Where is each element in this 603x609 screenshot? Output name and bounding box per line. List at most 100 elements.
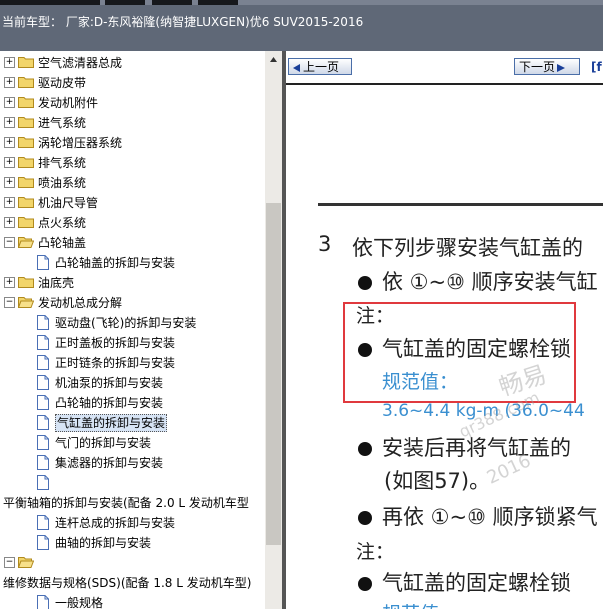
expand-icon[interactable]: + — [4, 197, 15, 208]
document-icon — [37, 455, 49, 470]
step-number: 3 — [318, 232, 332, 256]
tree-item[interactable]: + 点火系统 — [0, 213, 265, 233]
tree-item-label: 驱动皮带 — [38, 76, 87, 90]
tree-item[interactable]: 维修数据与规格(SDS)(配备 1.8 L 发动机车型) — [0, 573, 265, 593]
tree-item[interactable]: + 涡轮增压器系统 — [0, 133, 265, 153]
tree-item-label: 涡轮增压器系统 — [38, 136, 123, 150]
collapse-icon[interactable]: − — [4, 237, 15, 248]
expand-icon[interactable]: + — [4, 277, 15, 288]
tree-item[interactable]: + 机油尺导管 — [0, 193, 265, 213]
folder-icon — [18, 76, 34, 88]
figure-reference: (如图57)。 — [384, 469, 491, 493]
tree-item[interactable]: 一般规格 — [0, 593, 265, 609]
step-text: 依下列步骤安装气缸盖的 — [352, 236, 583, 260]
tree-item[interactable] — [0, 473, 265, 493]
bullet-icon — [358, 276, 372, 290]
tree-item-label: 连杆总成的拆卸与安装 — [55, 516, 176, 530]
collapse-icon[interactable]: − — [4, 557, 15, 568]
tree-item[interactable]: + 空气滤清器总成 — [0, 53, 265, 73]
tree-item-label: 正时盖板的拆卸与安装 — [55, 336, 176, 350]
tree-item[interactable]: + 排气系统 — [0, 153, 265, 173]
document-icon — [37, 375, 49, 390]
tree-item-label: 凸轮轴盖的拆卸与安装 — [55, 256, 176, 270]
folder-open-icon — [18, 296, 34, 308]
document-icon — [37, 535, 49, 550]
bullet-text: 安装后再将气缸盖的 — [382, 436, 571, 460]
folder-icon — [18, 96, 34, 108]
bullet-item-1: 依 ①~⑩ 顺序安装气缸 — [358, 266, 598, 296]
nav-extra-link[interactable]: [f — [591, 60, 602, 74]
tree-item[interactable]: 正时盖板的拆卸与安装 — [0, 333, 265, 353]
scroll-up-button[interactable] — [265, 51, 282, 68]
tree-item[interactable]: 平衡轴箱的拆卸与安装(配备 2.0 L 发动机车型 — [0, 493, 265, 513]
document-icon — [37, 355, 49, 370]
tree-item[interactable]: − 凸轮轴盖 — [0, 233, 265, 253]
expand-icon[interactable]: + — [4, 157, 15, 168]
prev-page-button[interactable]: 上一页 — [288, 58, 352, 75]
tree-item[interactable]: − — [0, 553, 265, 573]
tree-item-label: 一般规格 — [55, 596, 104, 609]
tree-item[interactable]: + 进气系统 — [0, 113, 265, 133]
note-label-2: 注： — [356, 541, 395, 563]
tree-item-label: 排气系统 — [38, 156, 87, 170]
tree-scrollbar[interactable] — [265, 51, 282, 609]
tree-item[interactable]: 曲轴的拆卸与安装 — [0, 533, 265, 553]
expand-icon[interactable]: + — [4, 117, 15, 128]
tree-item[interactable]: + 发动机附件 — [0, 93, 265, 113]
expand-icon[interactable]: + — [4, 177, 15, 188]
tree-item[interactable]: 凸轮轴的拆卸与安装 — [0, 393, 265, 413]
document-icon — [37, 395, 49, 410]
folder-icon — [18, 136, 34, 148]
tree-item-label: 驱动盘(飞轮)的拆卸与安装 — [55, 316, 197, 330]
bullet-icon — [358, 442, 372, 456]
document-pane: 上一页 下一页 [f 3 依下列步骤安装气缸盖的 依 ①~⑩ 顺序安装气缸 注：… — [286, 51, 603, 609]
tree-item[interactable]: 驱动盘(飞轮)的拆卸与安装 — [0, 313, 265, 333]
folder-icon — [18, 156, 34, 168]
expand-icon[interactable]: + — [4, 57, 15, 68]
next-page-button[interactable]: 下一页 — [514, 58, 580, 75]
tree-item-label: 凸轮轴的拆卸与安装 — [55, 396, 164, 410]
tree-item[interactable]: 连杆总成的拆卸与安装 — [0, 513, 265, 533]
page-nav-bar: 上一页 下一页 [f — [286, 51, 603, 83]
tree-item[interactable]: + 喷油系统 — [0, 173, 265, 193]
folder-icon — [18, 56, 34, 68]
tree-item[interactable]: 正时链条的拆卸与安装 — [0, 353, 265, 373]
tree-item[interactable]: 机油泵的拆卸与安装 — [0, 373, 265, 393]
tree-item[interactable]: 气缸盖的拆卸与安装 — [0, 413, 265, 433]
tree-item-label: 喷油系统 — [38, 176, 87, 190]
tree-item[interactable]: + 油底壳 — [0, 273, 265, 293]
navigation-tree: + 空气滤清器总成 + 驱动皮带 + 发动机附件 + 进气系统 + 涡轮增压器系统 + 排气系统 + 喷油… — [0, 51, 265, 609]
tree-item-label: 发动机总成分解 — [38, 296, 123, 310]
tree-item[interactable]: + 驱动皮带 — [0, 73, 265, 93]
bullet-item-5: 气缸盖的固定螺栓锁 — [358, 567, 571, 597]
expand-icon[interactable]: + — [4, 217, 15, 228]
tree-item[interactable]: − 发动机总成分解 — [0, 293, 265, 313]
folder-icon — [18, 116, 34, 128]
document-icon — [37, 595, 49, 609]
tree-item[interactable]: 气门的拆卸与安装 — [0, 433, 265, 453]
prev-page-label: 上一页 — [303, 60, 340, 74]
expand-icon[interactable]: + — [4, 77, 15, 88]
bullet-icon — [358, 577, 372, 591]
tree-item[interactable]: 凸轮轴盖的拆卸与安装 — [0, 253, 265, 273]
scroll-up-icon — [270, 57, 277, 62]
tree-item-label: 集滤器的拆卸与安装 — [55, 456, 164, 470]
bullet-text: 再依 ①~⑩ 顺序锁紧气 — [382, 505, 598, 529]
current-model-title: 当前车型： 厂家:D-东风裕隆(纳智捷LUXGEN)优6 SUV2015-201… — [2, 15, 364, 29]
expand-icon[interactable]: + — [4, 137, 15, 148]
tree-item-label: 气门的拆卸与安装 — [55, 436, 152, 450]
tree-item[interactable]: 集滤器的拆卸与安装 — [0, 453, 265, 473]
tree-item-label: 曲轴的拆卸与安装 — [55, 536, 152, 550]
tree-item-label: 气缸盖的拆卸与安装 — [55, 414, 168, 432]
expand-icon[interactable]: + — [4, 97, 15, 108]
tree-item-label: 油底壳 — [38, 276, 75, 290]
document-icon — [37, 415, 49, 430]
folder-icon — [18, 176, 34, 188]
arrow-right-icon — [557, 63, 566, 72]
tree-item-label: 凸轮轴盖 — [38, 236, 87, 250]
scroll-thumb[interactable] — [266, 203, 281, 545]
document-icon — [37, 255, 49, 270]
spec-label-2: 规范值 — [382, 599, 439, 609]
collapse-icon[interactable]: − — [4, 297, 15, 308]
folder-open-icon — [18, 236, 34, 248]
